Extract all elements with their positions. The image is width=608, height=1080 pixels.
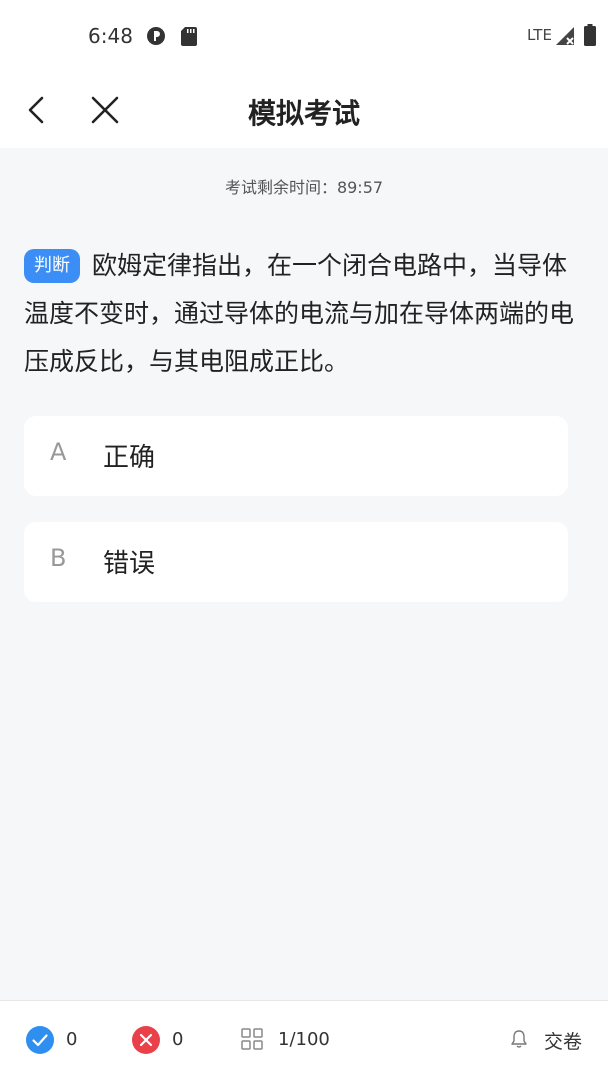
status-time: 6:48: [88, 24, 133, 48]
wrong-count: 0: [172, 1029, 184, 1050]
bottom-bar: 0 0 1/100 交卷: [0, 1000, 608, 1080]
option-text: 错误: [103, 549, 156, 579]
question-progress[interactable]: 1/100: [278, 1029, 330, 1050]
status-bar: 6:48 LTE: [0, 0, 608, 72]
option-text: 正确: [103, 443, 156, 473]
sd-card-icon: [181, 27, 197, 46]
question: 判断 欧姆定律指出，在一个闭合电路中，当导体温度不变时，通过导体的电流与加在导体两…: [24, 242, 588, 386]
bell-icon: [511, 1030, 527, 1048]
network-type: LTE: [527, 26, 552, 44]
option-b[interactable]: B 错误: [24, 522, 568, 602]
exam-timer: 考试剩余时间：89:57: [224, 178, 384, 197]
question-text: 欧姆定律指出，在一个闭合电路中，当导体温度不变时，通过导体的电流与加在导体两端的…: [24, 251, 575, 376]
option-a[interactable]: A 正确: [24, 416, 568, 496]
check-circle-icon: [26, 1026, 54, 1054]
option-letter: A: [50, 438, 67, 466]
signal-icon: [556, 27, 574, 45]
question-type-badge: 判断: [24, 249, 80, 283]
app-notification-icon: [147, 27, 165, 45]
submit-exam-button[interactable]: 交卷: [544, 1027, 582, 1054]
option-letter: B: [50, 544, 67, 572]
correct-count: 0: [66, 1029, 78, 1050]
grid-icon[interactable]: [241, 1028, 263, 1050]
battery-icon: [584, 24, 596, 46]
nav-bar: 模拟考试: [0, 72, 608, 148]
page-title: 模拟考试: [247, 97, 360, 130]
x-circle-icon: [132, 1026, 160, 1054]
